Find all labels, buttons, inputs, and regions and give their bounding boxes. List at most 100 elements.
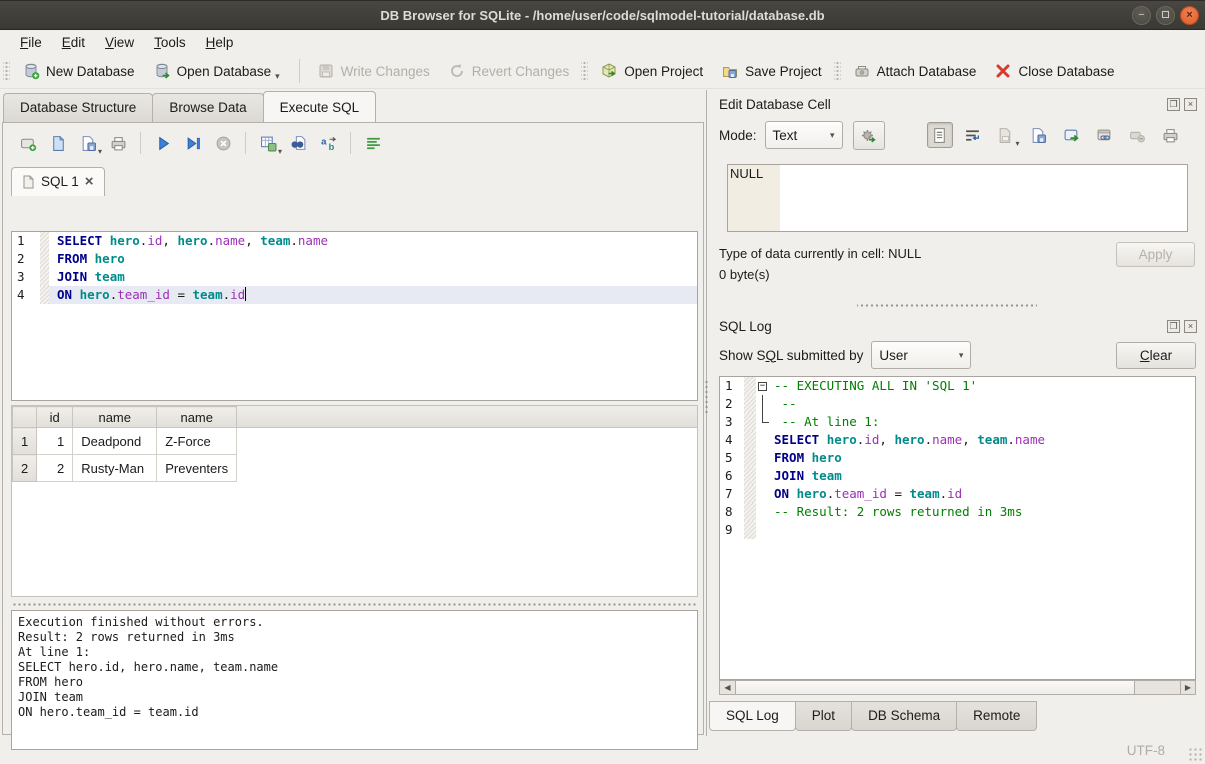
toolbar-handle[interactable] (834, 60, 841, 82)
set-null-button[interactable] (1125, 122, 1151, 148)
menu-view[interactable]: View (95, 33, 144, 52)
close-dock-icon[interactable]: × (1184, 98, 1197, 111)
sql-editor[interactable]: 1SELECT hero.id, hero.name, team.name2FR… (11, 231, 698, 401)
row-header[interactable]: 2 (13, 455, 37, 482)
find-button[interactable] (285, 130, 311, 156)
stop-button[interactable] (210, 130, 236, 156)
code-line[interactable]: 3 -- At line 1: (720, 413, 1195, 431)
scrollbar-track[interactable] (1135, 681, 1180, 694)
execute-all-button[interactable] (150, 130, 176, 156)
scroll-left-icon[interactable]: ◀ (720, 681, 735, 694)
column-header[interactable]: name (73, 407, 157, 428)
maximize-icon[interactable] (1156, 6, 1175, 25)
save-results-dropdown-icon[interactable]: ▾ (278, 147, 282, 156)
replace-button[interactable]: ab (315, 130, 341, 156)
open-database-button[interactable]: Open Database ▾ (144, 57, 291, 85)
cell-value-editor[interactable]: NULL (727, 164, 1188, 232)
result-cell[interactable]: 1 (37, 428, 73, 455)
clear-button[interactable]: Clear (1116, 342, 1196, 369)
toolbar-handle[interactable] (581, 60, 588, 82)
column-header[interactable]: id (37, 407, 73, 428)
code-line[interactable]: 6JOIN team (720, 467, 1195, 485)
save-sql-dropdown-icon[interactable]: ▾ (98, 147, 102, 156)
text-mode-button[interactable] (927, 122, 953, 148)
save-sql-button[interactable]: ▾ (75, 130, 101, 156)
execute-line-button[interactable] (180, 130, 206, 156)
code-line[interactable]: 1−-- EXECUTING ALL IN 'SQL 1' (720, 377, 1195, 395)
save-cell-button[interactable]: ▾ (993, 122, 1019, 148)
code-line[interactable]: 3JOIN team (12, 268, 697, 286)
word-wrap-button[interactable] (960, 122, 986, 148)
write-changes-button[interactable]: Write Changes (308, 57, 439, 85)
apply-button[interactable]: Apply (1116, 242, 1195, 267)
format-sql-button[interactable] (360, 130, 386, 156)
new-tab-button[interactable] (15, 130, 41, 156)
sql-log-view[interactable]: 1−-- EXECUTING ALL IN 'SQL 1'2 --3 -- At… (719, 376, 1196, 680)
tab-browse-data[interactable]: Browse Data (152, 93, 263, 122)
float-dock-icon[interactable]: ❐ (1167, 320, 1180, 333)
print-cell-button[interactable] (1158, 122, 1184, 148)
toolbar-handle[interactable] (3, 60, 10, 82)
open-in-app-button[interactable] (1092, 122, 1118, 148)
code-line[interactable]: 5FROM hero (720, 449, 1195, 467)
result-cell[interactable]: Preventers (157, 455, 237, 482)
title-bar[interactable]: DB Browser for SQLite - /home/user/code/… (0, 0, 1205, 30)
close-database-button[interactable]: Close Database (985, 57, 1123, 85)
revert-changes-button[interactable]: Revert Changes (439, 57, 579, 85)
code-line[interactable]: 9 (720, 521, 1195, 539)
result-cell[interactable]: 2 (37, 455, 73, 482)
code-line[interactable]: 1SELECT hero.id, hero.name, team.name (12, 232, 697, 250)
tab-sql-log[interactable]: SQL Log (709, 701, 796, 731)
save-project-button[interactable]: Save Project (712, 57, 831, 85)
import-cell-button[interactable] (1026, 122, 1052, 148)
result-cell[interactable]: Deadpond (73, 428, 157, 455)
save-results-button[interactable]: ▾ (255, 130, 281, 156)
float-dock-icon[interactable]: ❐ (1167, 98, 1180, 111)
open-project-button[interactable]: Open Project (591, 57, 712, 85)
tab-remote[interactable]: Remote (956, 701, 1037, 731)
sql-document-tab[interactable]: SQL 1 × (11, 167, 105, 196)
code-line[interactable]: 7ON hero.team_id = team.id (720, 485, 1195, 503)
execution-log[interactable]: Execution finished without errors. Resul… (11, 610, 698, 750)
close-dock-icon[interactable]: × (1184, 320, 1197, 333)
close-icon[interactable]: × (1180, 6, 1199, 25)
mode-select[interactable]: Text ▾ (765, 121, 843, 149)
code-line[interactable]: 2 -- (720, 395, 1195, 413)
menu-file[interactable]: File (10, 33, 52, 52)
export-cell-button[interactable] (1059, 122, 1085, 148)
menu-help[interactable]: Help (196, 33, 244, 52)
tab-execute-sql[interactable]: Execute SQL (263, 91, 377, 122)
close-tab-icon[interactable]: × (85, 176, 94, 188)
open-database-dropdown-icon[interactable]: ▾ (275, 71, 280, 82)
attach-database-button[interactable]: Attach Database (844, 57, 986, 85)
submitter-select[interactable]: User ▾ (871, 341, 971, 369)
resize-grip-icon[interactable] (1188, 747, 1202, 761)
tab-database-structure[interactable]: Database Structure (3, 93, 153, 122)
code-line[interactable]: 4SELECT hero.id, hero.name, team.name (720, 431, 1195, 449)
fold-marker-icon[interactable]: − (756, 377, 772, 395)
menu-edit[interactable]: Edit (52, 33, 95, 52)
row-header[interactable]: 1 (13, 428, 37, 455)
scrollbar-thumb[interactable] (735, 681, 1135, 694)
print-button[interactable] (105, 130, 131, 156)
code-line[interactable]: 8-- Result: 2 rows returned in 3ms (720, 503, 1195, 521)
splitter-handle[interactable] (11, 600, 698, 608)
horizontal-scrollbar[interactable]: ◀ ▶ (719, 680, 1196, 695)
tab-plot[interactable]: Plot (795, 701, 852, 731)
corner-header[interactable] (13, 407, 37, 428)
result-cell[interactable]: Z-Force (157, 428, 237, 455)
splitter-handle[interactable] (857, 300, 1037, 310)
dock-splitter-handle[interactable] (703, 380, 710, 414)
code-line[interactable]: 4ON hero.team_id = team.id (12, 286, 697, 304)
column-header[interactable]: name (157, 407, 237, 428)
scroll-right-icon[interactable]: ▶ (1180, 681, 1195, 694)
tab-db-schema[interactable]: DB Schema (851, 701, 957, 731)
menu-tools[interactable]: Tools (144, 33, 196, 52)
save-cell-dropdown-icon[interactable]: ▾ (1016, 139, 1020, 148)
code-line[interactable]: 2FROM hero (12, 250, 697, 268)
result-cell[interactable]: Rusty-Man (73, 455, 157, 482)
open-sql-button[interactable] (45, 130, 71, 156)
open-external-button[interactable] (853, 121, 885, 150)
new-database-button[interactable]: New Database (13, 57, 144, 85)
minimize-icon[interactable]: − (1132, 6, 1151, 25)
